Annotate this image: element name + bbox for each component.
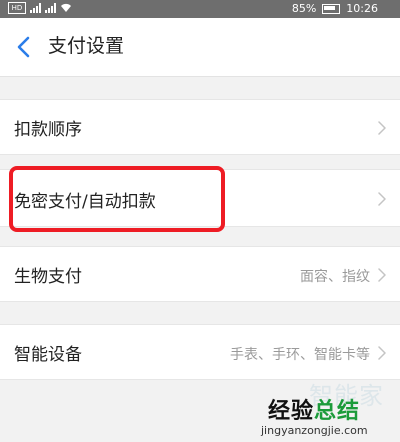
- watermark-prefix: 经验: [268, 399, 315, 424]
- watermark-highlight: 总结: [314, 399, 361, 424]
- back-arrow-icon[interactable]: [14, 35, 34, 59]
- highlight-annotation-box: [9, 166, 225, 232]
- status-left: HD: [8, 2, 72, 14]
- settings-item-smart-devices[interactable]: 智能设备 手表、手环、智能卡等: [0, 324, 400, 380]
- settings-item-value: 面容、指纹: [300, 269, 370, 285]
- status-right: 85% 10:26: [292, 2, 378, 15]
- settings-item-deduction-order[interactable]: 扣款顺序: [0, 99, 400, 155]
- clock: 10:26: [346, 2, 378, 15]
- settings-item-label: 扣款顺序: [14, 120, 82, 140]
- watermark-logo: 经验总结: [268, 393, 360, 425]
- settings-item-label: 智能设备: [14, 345, 82, 365]
- page-title: 支付设置: [48, 35, 125, 57]
- chevron-right-icon: [378, 121, 386, 135]
- signal-icon-2: [45, 3, 56, 13]
- watermark-url: jingyanzongjie.com: [261, 424, 368, 437]
- battery-percent: 85%: [291, 2, 317, 15]
- chevron-right-icon: [378, 268, 386, 282]
- signal-icon: [30, 3, 41, 13]
- settings-item-value: 手表、手环、智能卡等: [230, 347, 370, 363]
- battery-icon: [322, 3, 341, 14]
- status-bar: HD 85% 10:26: [0, 0, 400, 18]
- chevron-right-icon: [378, 346, 386, 360]
- hd-badge: HD: [8, 2, 26, 14]
- chevron-right-icon: [378, 192, 386, 206]
- nav-bar: 支付设置: [0, 18, 400, 77]
- settings-item-biometric-payment[interactable]: 生物支付 面容、指纹: [0, 246, 400, 302]
- wifi-icon: [61, 3, 71, 13]
- settings-item-label: 生物支付: [14, 267, 82, 287]
